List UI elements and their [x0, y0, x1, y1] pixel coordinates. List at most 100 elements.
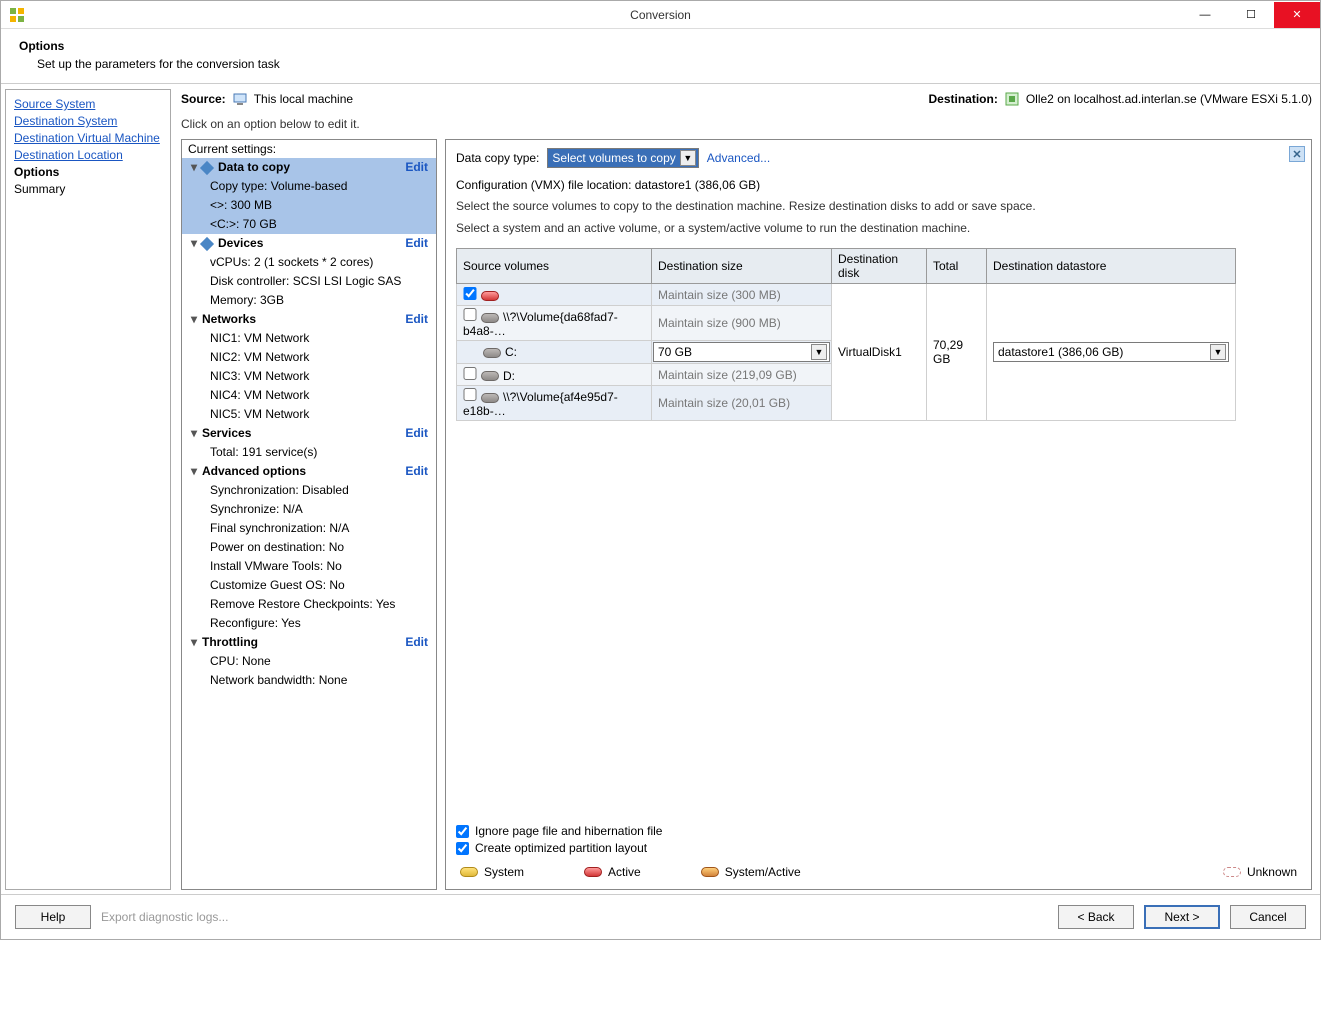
panel-close-button[interactable]: ✕	[1289, 146, 1305, 162]
volume-checkbox[interactable]	[463, 287, 477, 300]
volume-checkbox[interactable]	[463, 388, 477, 401]
collapse-icon[interactable]: ▾	[188, 235, 200, 252]
table-row[interactable]: Maintain size (300 MB) VirtualDisk1 70,2…	[457, 284, 1236, 306]
cancel-button[interactable]: Cancel	[1230, 905, 1306, 929]
collapse-icon[interactable]: ▾	[188, 425, 200, 442]
source-value: This local machine	[254, 92, 353, 106]
footer: Help Export diagnostic logs... < Back Ne…	[1, 894, 1320, 939]
edit-link[interactable]: Edit	[405, 463, 432, 480]
host-icon	[1004, 91, 1020, 107]
disk-icon	[481, 291, 499, 301]
advanced-link[interactable]: Advanced...	[707, 151, 770, 165]
edit-link[interactable]: Edit	[405, 634, 432, 651]
nav-destination-vm[interactable]: Destination Virtual Machine	[14, 130, 162, 147]
dest-size-input[interactable]: 70 GB ▼	[653, 342, 830, 362]
setting-row: <>: 300 MB	[182, 196, 436, 215]
page-subtitle: Set up the parameters for the conversion…	[37, 57, 1302, 71]
app-icon	[9, 7, 25, 23]
datastore-dropdown[interactable]: datastore1 (386,06 GB) ▼	[993, 342, 1229, 362]
setting-row: Synchronize: N/A	[182, 500, 436, 519]
section-services[interactable]: ▾ Services Edit	[182, 424, 436, 443]
nav-options: Options	[14, 164, 162, 181]
collapse-icon[interactable]: ▾	[188, 634, 200, 651]
chevron-down-icon[interactable]: ▼	[680, 150, 696, 166]
edit-link[interactable]: Edit	[405, 425, 432, 442]
chevron-down-icon[interactable]: ▼	[1210, 344, 1226, 360]
next-button[interactable]: Next >	[1144, 905, 1220, 929]
setting-row: Copy type: Volume-based	[182, 177, 436, 196]
nav-destination-location[interactable]: Destination Location	[14, 147, 162, 164]
col-destination-size[interactable]: Destination size	[652, 249, 832, 284]
setting-row: Memory: 3GB	[182, 291, 436, 310]
col-destination-datastore[interactable]: Destination datastore	[987, 249, 1236, 284]
edit-instruction: Click on an option below to edit it.	[181, 117, 1312, 131]
disk-icon	[483, 348, 501, 358]
optimized-layout-checkbox[interactable]	[456, 842, 469, 855]
edit-link[interactable]: Edit	[405, 311, 432, 328]
destination-disk-cell: VirtualDisk1	[832, 284, 927, 421]
wizard-nav: Source System Destination System Destina…	[5, 89, 171, 890]
legend-system-icon	[460, 867, 478, 877]
ignore-pagefile-checkbox[interactable]	[456, 825, 469, 838]
source-label: Source:	[181, 92, 226, 106]
destination-label: Destination:	[929, 92, 998, 106]
setting-row: NIC3: VM Network	[182, 367, 436, 386]
maximize-button[interactable]: ☐	[1228, 2, 1274, 28]
disk-icon	[481, 393, 499, 403]
back-button[interactable]: < Back	[1058, 905, 1134, 929]
volumes-table: Source volumes Destination size Destinat…	[456, 248, 1236, 421]
setting-row: NIC1: VM Network	[182, 329, 436, 348]
legend-sysactive-icon	[701, 867, 719, 877]
help-button[interactable]: Help	[15, 905, 91, 929]
section-networks[interactable]: ▾ Networks Edit	[182, 310, 436, 329]
section-advanced[interactable]: ▾ Advanced options Edit	[182, 462, 436, 481]
data-copy-type-dropdown[interactable]: Select volumes to copy ▼	[547, 148, 698, 168]
collapse-icon[interactable]: ▾	[188, 463, 200, 480]
col-destination-disk[interactable]: Destination disk	[832, 249, 927, 284]
close-button[interactable]: ✕	[1274, 2, 1320, 28]
total-cell: 70,29 GB	[927, 284, 987, 421]
edit-link[interactable]: Edit	[405, 159, 432, 176]
setting-row: Total: 191 service(s)	[182, 443, 436, 462]
nav-destination-system[interactable]: Destination System	[14, 113, 162, 130]
setting-row: Network bandwidth: None	[182, 671, 436, 690]
window-title: Conversion	[630, 8, 691, 22]
titlebar: Conversion — ☐ ✕	[1, 1, 1320, 29]
nav-summary: Summary	[14, 181, 162, 198]
details-panel: ✕ Data copy type: Select volumes to copy…	[445, 139, 1312, 890]
legend-unknown-icon	[1223, 867, 1241, 877]
setting-row: NIC2: VM Network	[182, 348, 436, 367]
section-data-to-copy[interactable]: ▾ Data to copy Edit	[182, 158, 436, 177]
settings-panel: Current settings: ▾ Data to copy Edit Co…	[181, 139, 437, 890]
nav-source-system[interactable]: Source System	[14, 96, 162, 113]
data-copy-type-label: Data copy type:	[456, 151, 539, 165]
export-diag-link[interactable]: Export diagnostic logs...	[101, 910, 228, 924]
minimize-button[interactable]: —	[1182, 2, 1228, 28]
setting-row: Reconfigure: Yes	[182, 614, 436, 633]
setting-row: Disk controller: SCSI LSI Logic SAS	[182, 272, 436, 291]
volume-checkbox[interactable]	[463, 367, 477, 380]
edit-link[interactable]: Edit	[405, 235, 432, 252]
disk-icon	[481, 313, 499, 323]
setting-row: <C:>: 70 GB	[182, 215, 436, 234]
section-throttling[interactable]: ▾ Throttling Edit	[182, 633, 436, 652]
section-devices[interactable]: ▾ Devices Edit	[182, 234, 436, 253]
col-total[interactable]: Total	[927, 249, 987, 284]
setting-row: Power on destination: No	[182, 538, 436, 557]
chevron-down-icon[interactable]: ▼	[811, 344, 827, 360]
diamond-icon	[200, 160, 214, 174]
computer-icon	[232, 91, 248, 107]
collapse-icon[interactable]: ▾	[188, 159, 200, 176]
destination-value: Olle2 on localhost.ad.interlan.se (VMwar…	[1026, 92, 1312, 106]
col-source-volumes[interactable]: Source volumes	[457, 249, 652, 284]
help-text: Select the source volumes to copy to the…	[456, 198, 1301, 214]
setting-row: Customize Guest OS: No	[182, 576, 436, 595]
disk-icon	[481, 371, 499, 381]
volume-checkbox[interactable]	[463, 308, 477, 321]
help-text: Select a system and an active volume, or…	[456, 220, 1301, 236]
page-title: Options	[19, 39, 1302, 53]
diamond-icon	[200, 236, 214, 250]
current-settings-label: Current settings:	[182, 140, 436, 158]
collapse-icon[interactable]: ▾	[188, 311, 200, 328]
setting-row: Synchronization: Disabled	[182, 481, 436, 500]
